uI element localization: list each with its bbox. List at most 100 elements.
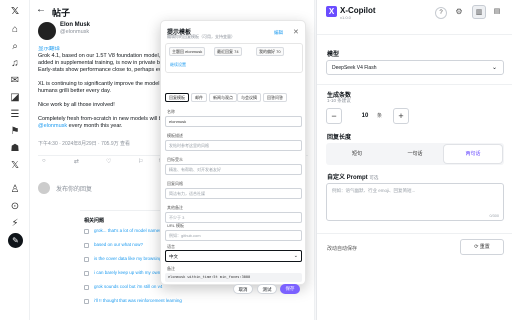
decrement-button[interactable]: − (326, 108, 342, 124)
reply-icon[interactable]: ○ (42, 158, 46, 164)
query-code[interactable]: elonmusk within_time:5t min_faves:3000 (165, 273, 302, 282)
field-label: URL 模板 (167, 223, 184, 228)
description-input[interactable]: 发帖时参考这里的风格 (165, 140, 302, 151)
list-item-text[interactable]: based on our what now? (94, 242, 143, 247)
checkbox-icon[interactable] (84, 229, 89, 234)
mention-link[interactable]: @elonmusk (38, 123, 67, 129)
chips-link[interactable]: 继续设置 (170, 62, 186, 68)
tweet-line-tail: every month this year. (68, 123, 123, 129)
length-option-one[interactable]: 一句话 (386, 145, 444, 163)
translate-link[interactable]: 显示翻译 (38, 46, 168, 53)
style-input[interactable]: 简洁有力，适合社媒 (165, 188, 302, 199)
checkbox-icon[interactable] (84, 243, 89, 248)
increment-button[interactable]: + (393, 108, 409, 124)
messages-icon[interactable]: ✉ (9, 75, 21, 87)
bookmark-icon[interactable]: ⚐ (138, 158, 143, 165)
field-label: 模板描述 (167, 133, 183, 138)
sidebar-right-icon[interactable]: ▤ (490, 5, 504, 19)
prompt-textarea[interactable]: 例如：语气幽默、行业 emoji、回复简短... 0/300 (326, 183, 504, 221)
test-button[interactable]: 测试 (257, 284, 277, 294)
notifications-icon[interactable]: ♫ (9, 58, 21, 70)
url-input[interactable]: 例如：github.com (165, 230, 302, 241)
language-select[interactable]: 中文 ⌄ (165, 250, 302, 262)
x-logo-icon[interactable]: 𝕏 (9, 6, 21, 18)
grok-icon[interactable]: ◪ (9, 92, 21, 104)
chip[interactable]: 我的偏好 70 (256, 47, 284, 56)
divider (317, 233, 512, 234)
cancel-button[interactable]: 取消 (233, 284, 253, 294)
count-unit: 条 (377, 113, 383, 119)
profile-icon[interactable]: ♙ (9, 184, 21, 196)
checkbox-icon[interactable] (84, 257, 89, 262)
settings-icon[interactable]: ⚙ (453, 7, 465, 19)
name-input[interactable]: elonmusk (165, 116, 302, 127)
autosave-text: 改动自动保存 (327, 246, 358, 252)
audience-input[interactable]: 精准、有帮助、对开发者友好 (165, 164, 302, 175)
list-item[interactable]: i'll !! thought that was reinforcement l… (84, 297, 188, 306)
select-value: 中文 (169, 254, 178, 259)
nav-rail: 𝕏 ⌂ ⌕ ♫ ✉ ◪ ☰ ⚑ ☗ 𝕏 ♙ ⊙ ⚡ ✎ (0, 0, 30, 320)
field-label: 目标受众 (167, 157, 183, 162)
divider (317, 84, 512, 85)
prompt-title: 自定义 Prompt (327, 175, 368, 181)
checkbox-icon[interactable] (84, 299, 89, 304)
length-option-short[interactable]: 短句 (328, 145, 386, 163)
chip[interactable]: 最近回复 74 (214, 47, 242, 56)
explore-icon[interactable]: ⌕ (9, 41, 21, 53)
close-icon[interactable]: ✕ (293, 28, 299, 36)
tab-news[interactable]: 新闻与观点 (209, 93, 237, 102)
save-button[interactable]: 保存 (280, 284, 300, 294)
lightning-icon[interactable]: ⚡ (9, 218, 21, 230)
communities-icon[interactable]: ☗ (9, 143, 21, 155)
notes-input[interactable]: 不少于 3 (165, 212, 302, 223)
app-version: v1.0.0 (340, 15, 351, 20)
count-value[interactable]: 10 (357, 110, 373, 122)
length-section-title: 回复长度 (327, 135, 352, 141)
field-label: 名称 (167, 109, 175, 114)
post-button[interactable]: ✎ (8, 233, 23, 248)
help-icon[interactable]: ? (435, 7, 447, 19)
length-option-two[interactable]: 两句话 (444, 145, 502, 163)
chevron-down-icon: ⌄ (491, 65, 497, 71)
tweet-line: Early-stats show performance close to, p… (38, 67, 168, 73)
reset-label: 重置 (479, 244, 490, 250)
tweet-line: humans grilli better every day. (38, 88, 111, 94)
author-name[interactable]: Elon Musk (60, 22, 90, 28)
copilot-panel: X X-Copilot v1.0.0 ? ⚙ ▥ ▤ 模型 DeepSeek V… (316, 0, 512, 320)
page-title: 帖子 (52, 8, 71, 18)
bookmarks-icon[interactable]: ⚑ (9, 126, 21, 138)
like-icon[interactable]: ♡ (106, 158, 111, 165)
chip-row: 主题回 elonmusk 最近回复 74 我的偏好 70 继续设置 (165, 43, 303, 73)
tweet-line: Completely fresh from-scratch in new mod… (38, 116, 168, 122)
list-item-text[interactable]: i'll !! thought that was reinforcement l… (94, 298, 182, 303)
chip[interactable]: 主题回 elonmusk (169, 47, 206, 56)
tweet-line: @elonmusk every month this year. (38, 123, 168, 130)
checkbox-icon[interactable] (84, 271, 89, 276)
tab-reply-template[interactable]: 回复模板 (165, 93, 189, 102)
more-icon[interactable]: ⊙ (9, 201, 21, 213)
retweet-icon[interactable]: ⇄ (74, 158, 79, 165)
model-select[interactable]: DeepSeek V4 Flash ⌄ (326, 60, 504, 75)
tab-meeting[interactable]: 与会议摘 (237, 93, 261, 102)
avatar[interactable] (38, 22, 56, 40)
back-arrow-icon[interactable]: ← (36, 4, 46, 15)
list-item-text[interactable]: grok sounds cool but i'm still on v4 (94, 284, 162, 289)
tab-mail[interactable]: 邮件 (191, 93, 207, 102)
app-title: X-Copilot (340, 6, 376, 15)
author-handle[interactable]: @elonmusk (60, 29, 89, 35)
premium-icon[interactable]: 𝕏 (9, 160, 21, 172)
tweet-line: Grok 4.1, based on our 1.5T V8 foundatio… (38, 53, 166, 59)
sidebar-left-icon[interactable]: ▥ (472, 5, 486, 19)
lists-icon[interactable]: ☰ (9, 109, 21, 121)
edit-link[interactable]: 编辑 (274, 30, 283, 36)
list-item-text[interactable]: grok... that's a lot of model names (94, 228, 161, 233)
tab-qa[interactable]: 回答问答 (263, 93, 287, 102)
refresh-icon: ⟳ (474, 244, 479, 250)
checkbox-icon[interactable] (84, 285, 89, 290)
field-label: 备注 (167, 266, 175, 271)
reply-input[interactable]: 发布你的回复 (56, 184, 92, 193)
reset-button[interactable]: ⟳ 重置 (460, 239, 504, 255)
home-icon[interactable]: ⌂ (9, 24, 21, 36)
field-label: 其他备注 (167, 205, 183, 210)
tweet-line: XL is continuing to significantly improv… (38, 81, 168, 87)
